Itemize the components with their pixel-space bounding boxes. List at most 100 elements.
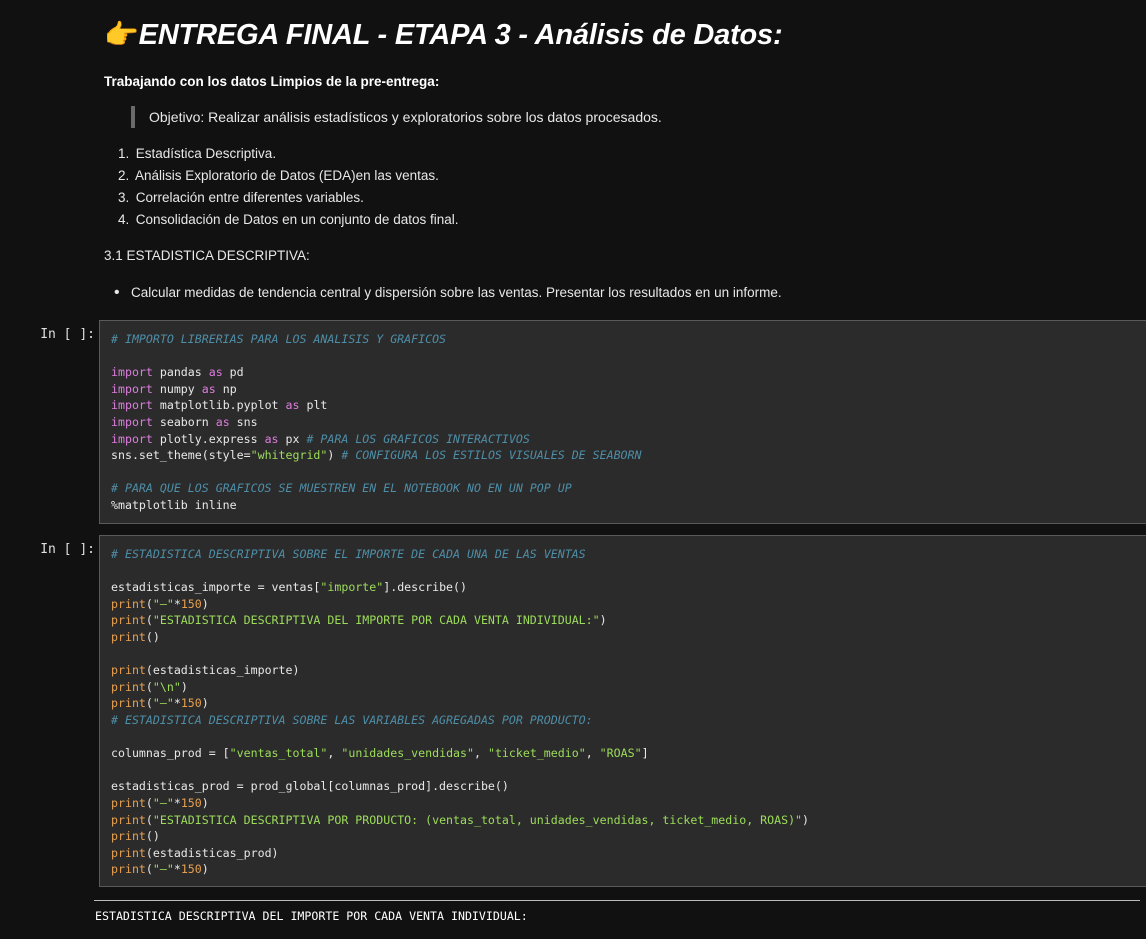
code-token: print bbox=[111, 679, 146, 694]
code-token: print bbox=[111, 829, 146, 844]
code-token: print bbox=[111, 845, 146, 860]
list-item: 2. Análisis Exploratorio de Datos (EDA)e… bbox=[118, 165, 459, 187]
code-line: # ESTADISTICA DESCRIPTIVA SOBRE EL IMPOR… bbox=[111, 546, 1146, 563]
code-token: px bbox=[278, 431, 307, 446]
code-token: columnas_prod = [ bbox=[111, 746, 230, 761]
code-line: import numpy as np bbox=[111, 381, 1146, 398]
code-token: ) bbox=[180, 679, 188, 694]
code-token: 150 bbox=[180, 862, 202, 877]
code-token: ( bbox=[145, 596, 153, 611]
code-token: ( bbox=[145, 679, 153, 694]
code-token: 150 bbox=[180, 596, 202, 611]
code-token: ) bbox=[201, 696, 209, 711]
code-line: print("—"*150) bbox=[111, 695, 1146, 712]
code-token: "ROAS" bbox=[599, 746, 642, 761]
list-number: 3. bbox=[118, 190, 130, 205]
code-token: import bbox=[111, 414, 153, 429]
bullet-item: • Calcular medidas de tendencia central y… bbox=[114, 283, 782, 303]
code-line: print(estadisticas_prod) bbox=[111, 845, 1146, 862]
code-token: ( bbox=[145, 795, 153, 810]
code-line: print("\n") bbox=[111, 679, 1146, 696]
list-number: 4. bbox=[118, 212, 130, 227]
code-token: # PARA QUE LOS GRAFICOS SE MUESTREN EN E… bbox=[111, 481, 572, 496]
code-token: 150 bbox=[180, 696, 202, 711]
code-token: * bbox=[173, 862, 181, 877]
code-token: "\n" bbox=[152, 679, 181, 694]
code-line: print("—"*150) bbox=[111, 795, 1146, 812]
code-token: "importe" bbox=[320, 580, 384, 595]
code-line: print() bbox=[111, 629, 1146, 646]
code-token: "ESTADISTICA DESCRIPTIVA POR PRODUCTO: (… bbox=[152, 812, 803, 827]
code-token: * bbox=[173, 696, 181, 711]
cell-output-text: ESTADISTICA DESCRIPTIVA DEL IMPORTE POR … bbox=[95, 909, 528, 923]
code-token: sns.set_theme(style= bbox=[111, 448, 251, 463]
code-token: , bbox=[327, 746, 342, 761]
code-token: pd bbox=[222, 365, 244, 380]
code-cell-imports[interactable]: # IMPORTO LIBRERIAS PARA LOS ANALISIS Y … bbox=[99, 320, 1146, 524]
notebook-title: 👉ENTREGA FINAL - ETAPA 3 - Análisis de D… bbox=[104, 18, 783, 52]
code-token: ].describe() bbox=[383, 580, 467, 595]
code-token: ( bbox=[145, 696, 153, 711]
code-line: sns.set_theme(style="whitegrid") # CONFI… bbox=[111, 447, 1146, 464]
steps-list: 1. Estadística Descriptiva. 2. Análisis … bbox=[118, 143, 459, 231]
code-line: import plotly.express as px # PARA LOS G… bbox=[111, 431, 1146, 448]
code-line: print("ESTADISTICA DESCRIPTIVA DEL IMPOR… bbox=[111, 612, 1146, 629]
code-token: # PARA LOS GRAFICOS INTERACTIVOS bbox=[306, 431, 530, 446]
bullet-text: Calcular medidas de tendencia central y … bbox=[131, 285, 782, 300]
code-line: columnas_prod = ["ventas_total", "unidad… bbox=[111, 745, 1146, 762]
code-token: , bbox=[474, 746, 488, 761]
code-token: ) bbox=[201, 596, 209, 611]
code-line: print("ESTADISTICA DESCRIPTIVA POR PRODU… bbox=[111, 812, 1146, 829]
subtitle: Trabajando con los datos Limpios de la p… bbox=[104, 74, 440, 89]
code-token: (estadisticas_importe) bbox=[145, 663, 300, 678]
list-item: 3. Correlación entre diferentes variable… bbox=[118, 187, 459, 209]
code-token: # ESTADISTICA DESCRIPTIVA SOBRE LAS VARI… bbox=[111, 712, 593, 727]
code-line: %matplotlib inline bbox=[111, 497, 1146, 514]
code-token: sns bbox=[229, 414, 258, 429]
code-token: ( bbox=[145, 613, 153, 628]
code-token: "unidades_vendidas" bbox=[341, 746, 474, 761]
code-token: ) bbox=[802, 812, 810, 827]
cell-prompt-2: In [ ]: bbox=[40, 542, 95, 557]
title-text: ENTREGA FINAL - ETAPA 3 - Análisis de Da… bbox=[138, 19, 783, 51]
code-token: ( bbox=[145, 812, 153, 827]
code-token: ) bbox=[599, 613, 607, 628]
code-token: # CONFIGURA LOS ESTILOS VISUALES DE SEAB… bbox=[341, 448, 642, 463]
code-token: matplotlib.pyplot bbox=[152, 398, 286, 413]
objective-blockquote: Objetivo: Realizar análisis estadísticos… bbox=[131, 106, 662, 128]
code-token: import bbox=[111, 431, 153, 446]
code-line: import matplotlib.pyplot as plt bbox=[111, 397, 1146, 414]
code-token: import bbox=[111, 398, 153, 413]
code-token: "—" bbox=[152, 795, 174, 810]
code-token: np bbox=[215, 381, 237, 396]
list-text: Consolidación de Datos en un conjunto de… bbox=[135, 212, 459, 227]
code-token: "—" bbox=[152, 596, 174, 611]
code-line: # IMPORTO LIBRERIAS PARA LOS ANALISIS Y … bbox=[111, 331, 1146, 348]
code-token: estadisticas_prod = prod_global[columnas… bbox=[111, 779, 509, 794]
code-token: print bbox=[111, 696, 146, 711]
code-token: () bbox=[145, 629, 160, 644]
code-token: * bbox=[173, 795, 181, 810]
code-token: print bbox=[111, 629, 146, 644]
code-line: estadisticas_importe = ventas["importe"]… bbox=[111, 579, 1146, 596]
list-text: Análisis Exploratorio de Datos (EDA)en l… bbox=[135, 168, 439, 183]
code-token: "—" bbox=[152, 862, 174, 877]
list-number: 1. bbox=[118, 146, 130, 161]
code-token: "whitegrid" bbox=[250, 448, 328, 463]
code-line: print("—"*150) bbox=[111, 861, 1146, 878]
code-token: pandas bbox=[152, 365, 209, 380]
code-token: numpy bbox=[152, 381, 202, 396]
cell-prompt-1: In [ ]: bbox=[40, 327, 95, 342]
code-token: "ticket_medio" bbox=[487, 746, 586, 761]
code-line: import pandas as pd bbox=[111, 364, 1146, 381]
bullet-dot-icon: • bbox=[114, 284, 120, 301]
list-text: Correlación entre diferentes variables. bbox=[135, 190, 364, 205]
code-cell-statistics[interactable]: # ESTADISTICA DESCRIPTIVA SOBRE EL IMPOR… bbox=[99, 535, 1146, 887]
code-token: as bbox=[285, 398, 300, 413]
code-token: as bbox=[208, 365, 223, 380]
code-token: () bbox=[145, 829, 160, 844]
code-token: import bbox=[111, 365, 153, 380]
code-token: import bbox=[111, 381, 153, 396]
